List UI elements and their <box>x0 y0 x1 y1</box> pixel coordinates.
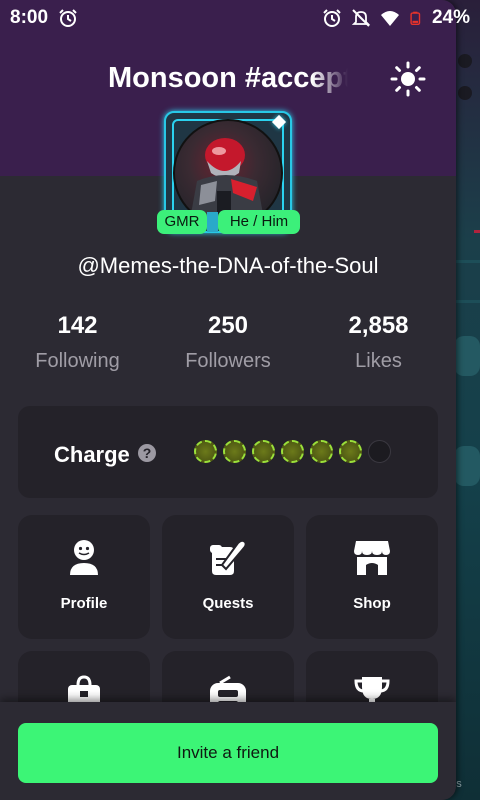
username-handle: @Memes-the-DNA-of-the-Soul <box>77 253 379 278</box>
bg-dot <box>458 54 472 68</box>
charge-meter <box>194 440 391 463</box>
tile-label: Profile <box>60 595 108 612</box>
bg-accent <box>474 230 480 233</box>
wifi-icon <box>380 11 399 26</box>
status-bar: 8:00 24% <box>0 0 480 36</box>
charge-dot-full <box>194 440 217 463</box>
navigation-drawer: Monsoon #accept GMR He / Him @Memes-the-… <box>0 0 456 800</box>
tag-divider <box>207 212 218 232</box>
charge-dot-full <box>281 440 304 463</box>
battery-percent: 24% <box>431 7 470 28</box>
stat-value: 2,858 <box>348 312 409 339</box>
stat-label: Following <box>35 350 120 372</box>
charge-label: Charge <box>54 442 130 467</box>
charge-dot-full <box>339 440 362 463</box>
bg-pill <box>454 336 480 376</box>
charge-dot-empty <box>368 440 391 463</box>
stats-row: 142 Following 250 Followers 2,858 Likes <box>0 312 456 373</box>
stat-followers[interactable]: 250 Followers <box>155 312 301 373</box>
status-right: 24% <box>322 7 470 29</box>
stat-likes[interactable]: 2,858 Likes <box>301 312 456 373</box>
tile-label: Quests <box>202 595 254 612</box>
charge-dot-full <box>223 440 246 463</box>
tile-label: Shop <box>353 595 391 612</box>
bell-muted-icon <box>351 9 371 27</box>
stat-value: 142 <box>57 312 98 339</box>
charge-card: Charge ? <box>18 406 438 498</box>
bg-dot <box>458 86 472 100</box>
page-title: Monsoon #accept <box>108 62 348 94</box>
stat-label: Followers <box>185 350 271 372</box>
invite-friend-button[interactable]: Invite a friend <box>18 723 438 783</box>
tag-gmr: GMR <box>157 210 207 234</box>
sun-icon[interactable] <box>390 61 426 97</box>
alarm-icon <box>323 9 341 27</box>
charge-dot-full <box>310 440 333 463</box>
quests-icon <box>210 539 247 575</box>
stat-label: Likes <box>355 350 402 372</box>
menu-tile-quests[interactable]: Quests <box>162 515 294 639</box>
stat-following[interactable]: 142 Following <box>0 312 155 373</box>
bg-pill <box>454 446 480 486</box>
menu-tile-shop[interactable]: Shop <box>306 515 438 639</box>
battery-low-icon <box>410 11 421 25</box>
status-time: 8:00 <box>10 7 49 28</box>
stat-value: 250 <box>207 312 249 339</box>
alarm-icon <box>59 9 77 27</box>
charge-dot-full <box>252 440 275 463</box>
tag-pronouns: He / Him <box>218 210 300 234</box>
menu-tile-profile[interactable]: Profile <box>18 515 150 639</box>
shop-icon <box>354 541 390 575</box>
bottom-bar: Invite a friend <box>0 702 456 800</box>
profile-icon <box>70 540 98 575</box>
help-icon[interactable]: ? <box>138 444 156 462</box>
status-left: 8:00 <box>10 7 78 29</box>
